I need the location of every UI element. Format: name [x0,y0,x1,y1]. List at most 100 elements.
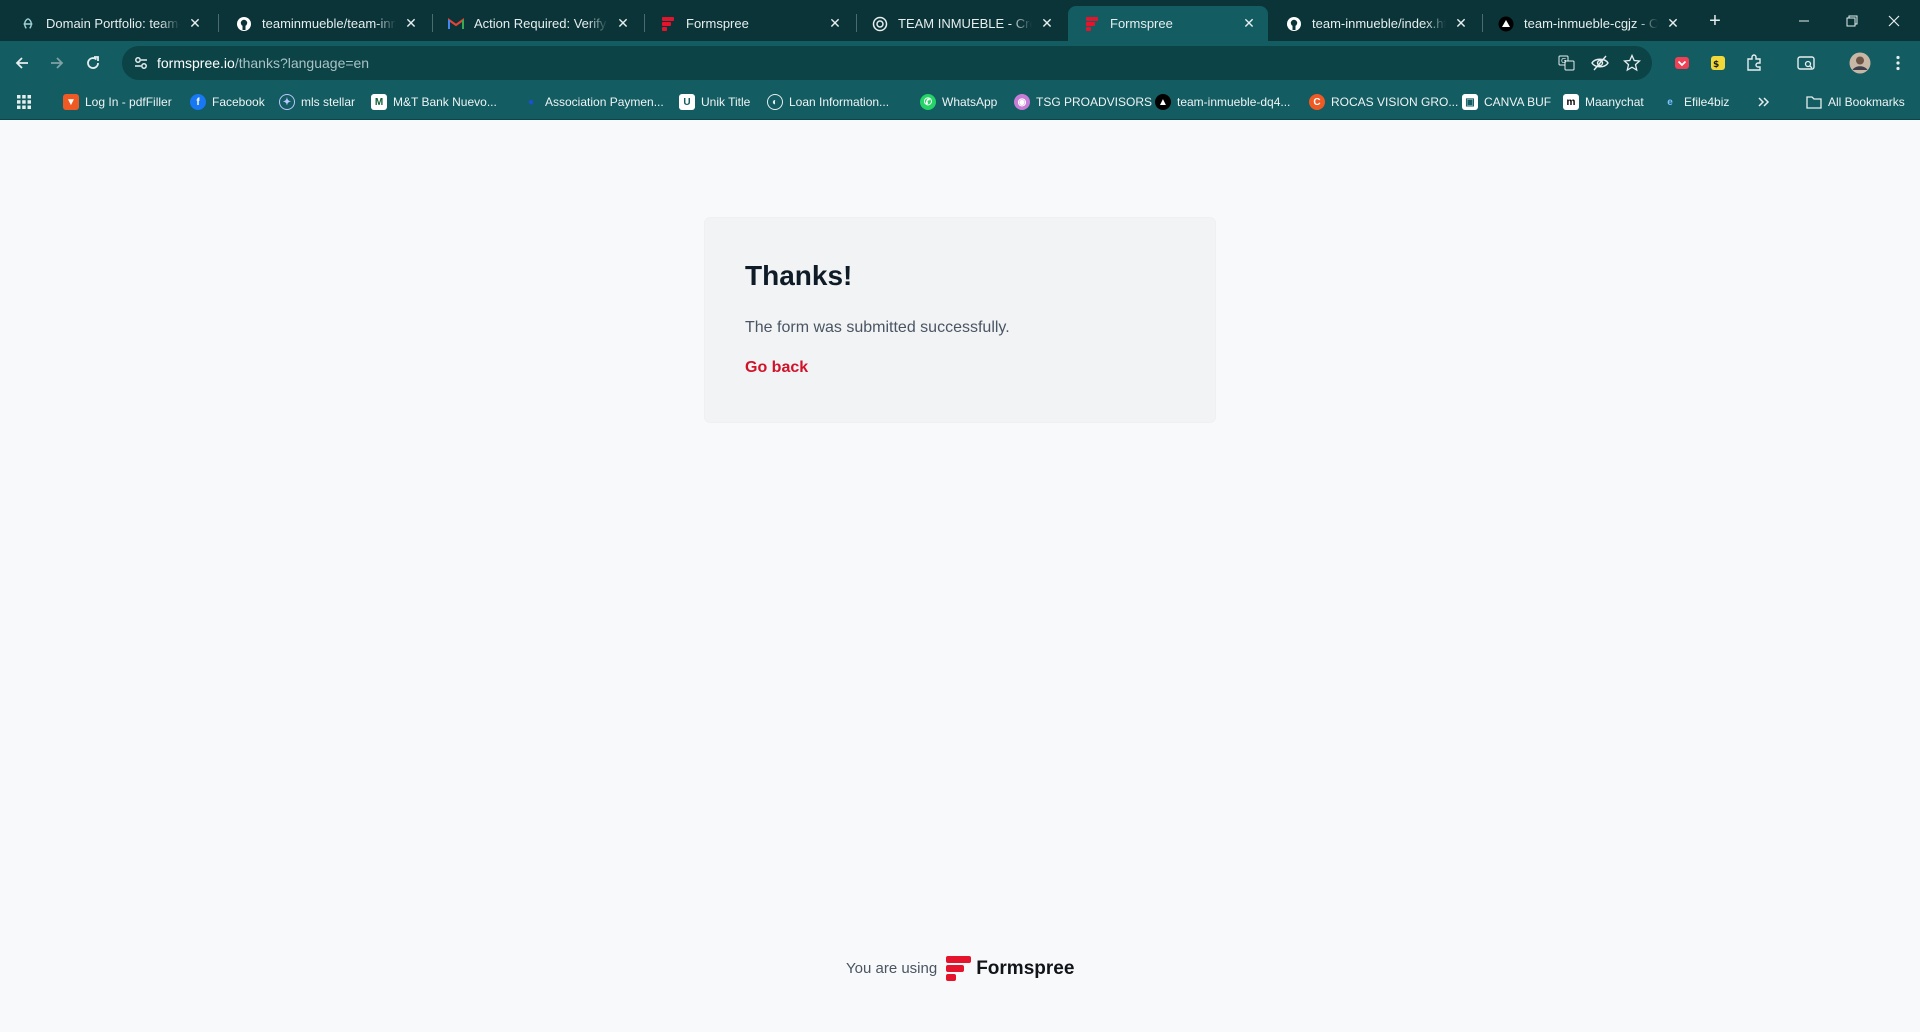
close-icon[interactable]: ✕ [826,15,844,32]
translate-icon[interactable]: G [1557,53,1577,73]
github-icon [1286,16,1302,32]
close-icon[interactable]: ✕ [1664,15,1682,32]
bookmark-label: team-inmueble-dq4... [1177,95,1291,109]
profile-button[interactable] [1846,49,1874,77]
vercel-icon [1498,16,1514,32]
bookmark-label: Association Paymen... [545,95,664,109]
all-bookmarks-button[interactable]: All Bookmarks [1806,93,1905,111]
tab-vercel[interactable]: team-inmueble-cgjz - Ove ✕ [1482,6,1692,41]
bookmark-whatsapp[interactable]: ✆ WhatsApp [920,93,997,111]
tab-formspree-1[interactable]: Formspree ✕ [644,6,854,41]
rocas-icon: C [1309,94,1325,110]
browser-toolbar: formspree.io/thanks?language=en G $ [0,41,1920,84]
mls-stellar-icon: ✦ [279,94,295,110]
manychat-icon: m [1563,94,1579,110]
url-text[interactable]: formspree.io/thanks?language=en [157,55,369,71]
window-close-button[interactable] [1866,0,1920,41]
bookmark-team-inmueble[interactable]: ▲ team-inmueble-dq4... [1155,93,1290,111]
tab-title: TEAM INMUEBLE - Crear p [898,16,1032,31]
close-icon[interactable]: ✕ [614,15,632,32]
close-icon[interactable]: ✕ [402,15,420,32]
bookmark-mt-bank[interactable]: M M&T Bank Nuevo... [371,93,497,111]
search-tabs-button[interactable] [1792,49,1820,77]
bookmarks-bar: ▼ Log In - pdfFiller f Facebook ✦ mls st… [0,84,1920,120]
footer-brand[interactable]: Formspree [976,958,1074,980]
site-info-icon[interactable] [132,54,150,72]
address-bar[interactable]: formspree.io/thanks?language=en G [122,46,1652,80]
close-icon [1888,15,1900,26]
close-icon[interactable]: ✕ [1452,15,1470,32]
arrow-right-icon [51,57,64,69]
tab-title: Formspree [1110,16,1173,31]
menu-button[interactable] [1884,49,1912,77]
canva-icon: ▣ [1462,94,1478,110]
unik-title-icon: U [679,94,695,110]
bookmarks-overflow-button[interactable] [1757,93,1771,111]
tab-team-inmueble-crear[interactable]: TEAM INMUEBLE - Crear p ✕ [856,6,1066,41]
apps-grid-icon [17,95,31,109]
bookmark-label: M&T Bank Nuevo... [393,95,497,109]
page-content: Thanks! The form was submitted successfu… [0,121,1920,1032]
page-title: Thanks! [745,260,853,291]
bookmark-label: Loan Information... [789,95,890,109]
bookmark-mls-stellar[interactable]: ✦ mls stellar [279,93,355,111]
forward-button[interactable] [43,49,71,77]
globe-icon: ◐ [767,94,783,110]
formspree-logo-icon[interactable] [945,955,972,982]
bookmark-unik-title[interactable]: U Unik Title [679,93,750,111]
bookmark-label: Log In - pdfFiller [85,95,172,109]
bookmark-loan-information[interactable]: ◐ Loan Information... [767,93,889,111]
tab-title: Domain Portfolio: team-in [46,16,180,31]
footer: You are using Formspree [846,955,1074,982]
svg-text:$: $ [1713,60,1719,70]
bookmark-pdffiller[interactable]: ▼ Log In - pdfFiller [63,93,172,111]
tab-gmail[interactable]: Action Required: Verify em ✕ [432,6,642,41]
all-bookmarks-label: All Bookmarks [1828,95,1905,109]
puzzle-icon [1747,54,1761,71]
close-icon[interactable]: ✕ [1038,15,1056,32]
bookmark-rocas-vision[interactable]: C ROCAS VISION GRO... [1309,93,1458,111]
bookmark-label: Facebook [212,95,265,109]
bookmark-efile4biz[interactable]: e Efile4biz [1662,93,1729,111]
bookmark-label: Unik Title [701,95,751,109]
close-icon[interactable]: ✕ [186,15,204,32]
tab-domain-portfolio[interactable]: Domain Portfolio: team-in ✕ [4,6,214,41]
efile4biz-icon: e [1667,96,1673,108]
extensions-button[interactable] [1740,49,1768,77]
domain-icon [20,16,36,32]
more-vert-icon [1896,55,1900,71]
eye-off-icon[interactable] [1590,53,1610,73]
pocket-icon [1675,57,1689,69]
bookmark-association-payments[interactable]: ● Association Paymen... [523,93,664,111]
close-icon[interactable]: ✕ [1240,15,1258,32]
coupon-icon: $ [1711,56,1725,70]
tab-title: team-inmueble/index.htm [1312,16,1446,31]
extension-coupon-button[interactable]: $ [1704,49,1732,77]
tab-github-teaminmueble[interactable]: teaminmueble/team-inmu ✕ [220,6,430,41]
confirmation-card: Thanks! The form was submitted successfu… [704,217,1216,423]
tab-title: team-inmueble-cgjz - Ove [1524,16,1658,31]
formspree-icon [1084,16,1100,32]
whatsapp-icon: ✆ [920,94,936,110]
tab-github-index[interactable]: team-inmueble/index.htm ✕ [1270,6,1480,41]
bookmark-facebook[interactable]: f Facebook [190,93,265,111]
apps-button[interactable] [16,93,32,111]
tab-title: Formspree [686,16,749,31]
star-icon[interactable] [1622,53,1642,73]
bookmark-canva-buf[interactable]: ▣ CANVA BUF [1462,93,1551,111]
extension-pocket-button[interactable] [1668,49,1696,77]
tab-strip: Domain Portfolio: team-in ✕ teaminmueble… [0,0,1920,41]
arrow-left-icon [15,57,28,69]
new-tab-button[interactable]: + [1703,9,1727,33]
bookmark-maanychat[interactable]: m Maanychat [1563,93,1644,111]
reload-button[interactable] [79,49,107,77]
bookmark-label: ROCAS VISION GRO... [1331,95,1459,109]
github-icon [236,16,252,32]
bookmark-tsg-proadvisors[interactable]: ◉ TSG PROADVISORS [1014,93,1152,111]
tab-formspree-active[interactable]: Formspree ✕ [1068,6,1268,41]
bookmark-label: CANVA BUF [1484,95,1552,109]
bookmark-label: WhatsApp [942,95,998,109]
bookmark-label: mls stellar [301,95,356,109]
go-back-link[interactable]: Go back [745,359,808,377]
back-button[interactable] [8,49,36,77]
